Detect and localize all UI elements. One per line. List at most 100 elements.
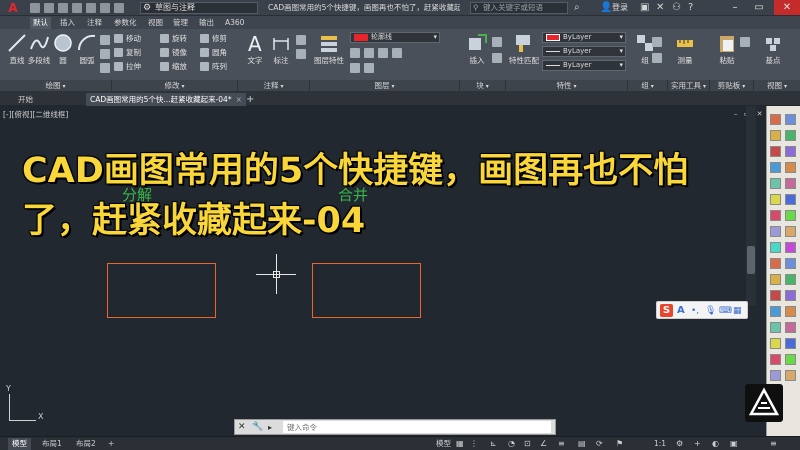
- command-input[interactable]: [283, 421, 551, 433]
- rotate-tool[interactable]: 旋转: [160, 33, 187, 44]
- open-file-icon[interactable]: [44, 3, 54, 13]
- groups-panel-title[interactable]: 组: [628, 80, 668, 91]
- base-point-tool[interactable]: 基点: [758, 32, 788, 78]
- layer-isolate-icon[interactable]: [350, 63, 360, 73]
- linetype-dropdown[interactable]: ByLayer: [542, 46, 626, 57]
- snap-icon[interactable]: ⋮: [470, 439, 478, 449]
- palette-tool-icon[interactable]: [770, 162, 781, 173]
- search-input[interactable]: 键入关键字或短语: [470, 2, 568, 14]
- punctuation-icon[interactable]: •,: [691, 305, 699, 317]
- palette-tool-icon[interactable]: [770, 290, 781, 301]
- palette-tool-icon[interactable]: [785, 258, 796, 269]
- palette-tool-icon[interactable]: [785, 306, 796, 317]
- help-icon[interactable]: ?: [688, 2, 693, 14]
- palette-tool-icon[interactable]: [770, 338, 781, 349]
- layer-dropdown[interactable]: 轮廓线: [350, 32, 440, 43]
- palette-tool-icon[interactable]: [770, 322, 781, 333]
- plot-icon[interactable]: [86, 3, 96, 13]
- wrench-icon[interactable]: 🔧: [252, 422, 263, 433]
- osnap-icon[interactable]: ⊡: [524, 439, 531, 449]
- hatch-icon[interactable]: [100, 49, 110, 59]
- copy-clip-icon[interactable]: [740, 37, 750, 47]
- close-button[interactable]: ✕: [774, 0, 800, 15]
- arc-tool[interactable]: 圆弧: [72, 32, 102, 78]
- command-prompt-icon[interactable]: ▸: [268, 422, 272, 433]
- palette-tool-icon[interactable]: [785, 322, 796, 333]
- exchange-icon[interactable]: ✕: [656, 2, 664, 14]
- save-icon[interactable]: [58, 3, 68, 13]
- tab-annotate[interactable]: 注释: [84, 17, 105, 29]
- isolate-objects-icon[interactable]: ◐: [712, 439, 719, 449]
- edit-block-icon[interactable]: [492, 53, 502, 63]
- fillet-tool[interactable]: 圆角: [200, 47, 227, 58]
- tab-home[interactable]: 默认: [30, 17, 51, 29]
- palette-tool-icon[interactable]: [785, 226, 796, 237]
- lineweight-dropdown[interactable]: ByLayer: [542, 60, 626, 71]
- palette-tool-icon[interactable]: [785, 194, 796, 205]
- workspace-dropdown[interactable]: ⚙ 草图与注释: [140, 2, 258, 14]
- transparency-icon[interactable]: ▤: [578, 439, 586, 449]
- tab-model[interactable]: 模型: [8, 438, 31, 450]
- view-panel-title[interactable]: 视图: [754, 80, 800, 91]
- vertical-scrollbar[interactable]: [746, 106, 756, 306]
- add-layout-button[interactable]: +: [104, 438, 118, 450]
- cart-icon[interactable]: ▣: [640, 2, 649, 14]
- palette-tool-icon[interactable]: [785, 210, 796, 221]
- ortho-icon[interactable]: ⊾: [490, 439, 497, 449]
- selection-cycling-icon[interactable]: ⟳: [596, 439, 603, 449]
- restore-button[interactable]: ▭: [748, 0, 770, 15]
- dimension-tool[interactable]: 标注: [266, 32, 296, 78]
- move-tool[interactable]: 移动: [114, 33, 141, 44]
- scale-tool[interactable]: 缩放: [160, 61, 187, 72]
- redo-icon[interactable]: [114, 3, 124, 13]
- palette-tool-icon[interactable]: [785, 290, 796, 301]
- rectangle-icon[interactable]: [100, 35, 110, 45]
- create-block-icon[interactable]: [492, 37, 502, 47]
- table-icon[interactable]: [296, 49, 306, 59]
- palette-tool-icon[interactable]: [785, 370, 796, 381]
- group-edit-icon[interactable]: [652, 53, 662, 63]
- user-group-icon[interactable]: ⚇: [672, 2, 681, 14]
- palette-tool-icon[interactable]: [770, 274, 781, 285]
- plus-icon[interactable]: +: [694, 439, 701, 449]
- scrollbar-thumb[interactable]: [747, 246, 755, 274]
- color-dropdown[interactable]: ByLayer: [542, 32, 626, 43]
- match-properties-tool[interactable]: 特性匹配: [508, 32, 540, 78]
- annotation-panel-title[interactable]: 注释: [238, 80, 310, 91]
- palette-tool-icon[interactable]: [770, 370, 781, 381]
- palette-tool-icon[interactable]: [770, 258, 781, 269]
- drawing-canvas[interactable]: [-][俯视][二维线框] – ▭ ✕ 分解 合并 CAD画图常用的5个快捷键，…: [0, 106, 766, 436]
- binoculars-icon[interactable]: ⌕: [574, 2, 580, 14]
- layer-freeze-icon[interactable]: [364, 48, 374, 58]
- annotation-icon[interactable]: ⚑: [616, 439, 623, 449]
- measure-tool[interactable]: 测量: [670, 32, 700, 78]
- insert-block-tool[interactable]: 插入: [462, 32, 492, 78]
- keyboard-icon[interactable]: ⌨: [719, 305, 732, 317]
- tab-a360[interactable]: A360: [222, 17, 247, 29]
- palette-tool-icon[interactable]: [785, 162, 796, 173]
- paste-tool[interactable]: 粘贴: [712, 32, 742, 78]
- ime-mode-indicator[interactable]: A: [677, 303, 685, 318]
- stretch-tool[interactable]: 拉伸: [114, 61, 141, 72]
- palette-tool-icon[interactable]: [770, 194, 781, 205]
- tab-output[interactable]: 输出: [196, 17, 217, 29]
- palette-tool-icon[interactable]: [785, 130, 796, 141]
- layer-lock-icon[interactable]: [378, 48, 388, 58]
- modify-panel-title[interactable]: 修改: [112, 80, 238, 91]
- tab-parametric[interactable]: 参数化: [111, 17, 140, 29]
- palette-tool-icon[interactable]: [770, 146, 781, 157]
- tab-insert[interactable]: 插入: [57, 17, 78, 29]
- viewport-controls-label[interactable]: [-][俯视][二维线框]: [3, 110, 68, 119]
- login-link[interactable]: 登录: [612, 3, 628, 13]
- grid-icon[interactable]: ▦: [456, 439, 464, 449]
- draw-panel-title[interactable]: 绘图: [0, 80, 112, 91]
- minimize-button[interactable]: –: [724, 0, 746, 15]
- new-file-icon[interactable]: [30, 3, 40, 13]
- palette-tool-icon[interactable]: [770, 242, 781, 253]
- palette-tool-icon[interactable]: [785, 114, 796, 125]
- palette-tool-icon[interactable]: [770, 178, 781, 189]
- tab-view[interactable]: 视图: [145, 17, 166, 29]
- customize-menu-icon[interactable]: ≡: [770, 439, 777, 449]
- palette-tool-icon[interactable]: [785, 354, 796, 365]
- save-as-icon[interactable]: [72, 3, 82, 13]
